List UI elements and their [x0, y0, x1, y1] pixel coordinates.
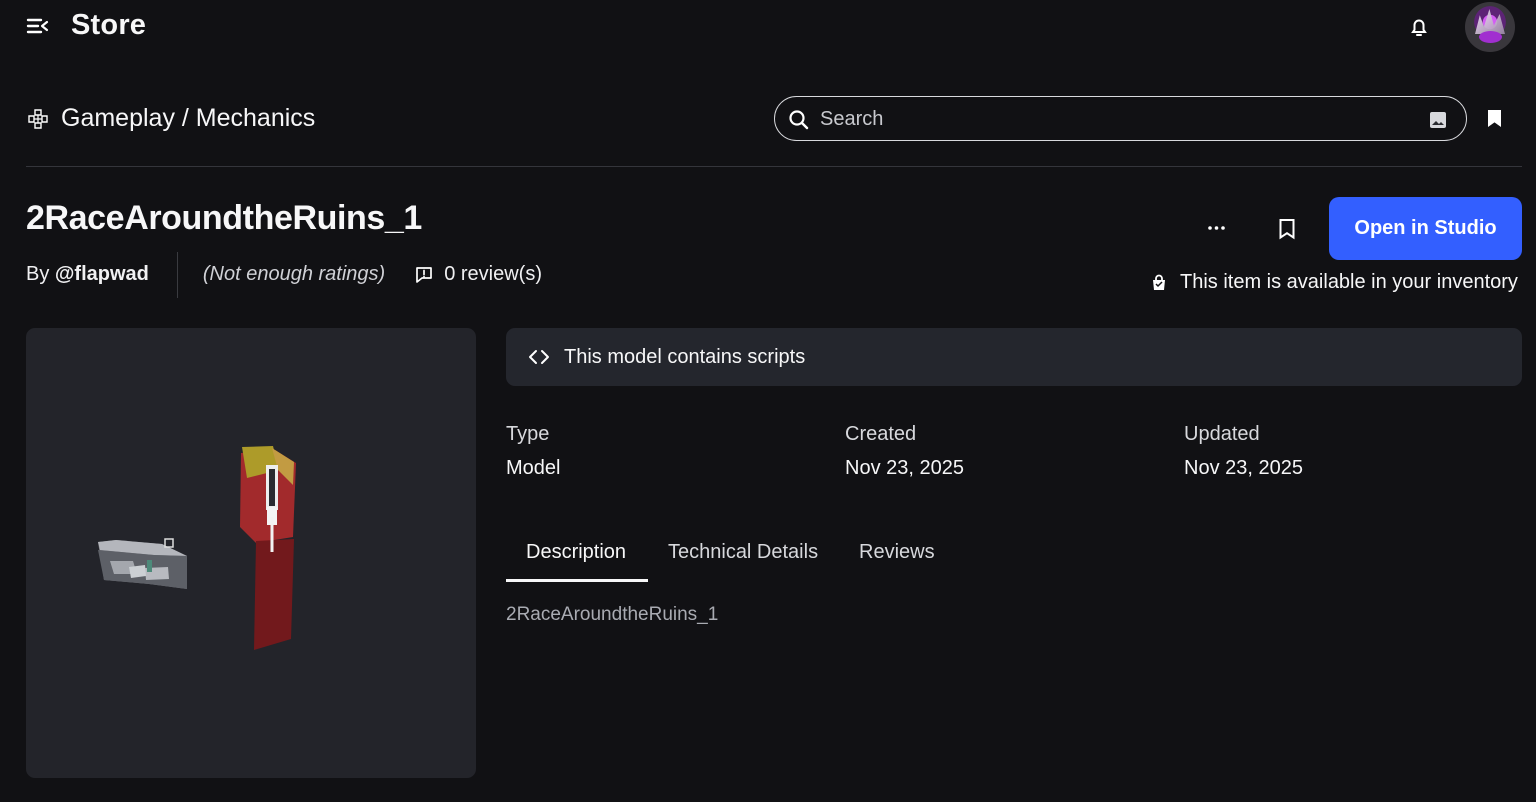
scripts-notice: This model contains scripts — [506, 328, 1522, 386]
inventory-message: This item is available in your inventory — [1180, 271, 1518, 293]
creator-name[interactable]: @flapwad — [55, 263, 149, 285]
detail-label: Created — [845, 423, 917, 445]
detail-label: Type — [506, 423, 550, 445]
menu-collapse-icon[interactable] — [26, 16, 50, 36]
creator-link[interactable]: By @flapwad — [26, 263, 149, 286]
code-icon — [529, 350, 549, 364]
gamepad-icon — [28, 108, 48, 129]
detail-value: Nov 23, 2025 — [845, 457, 964, 479]
more-horizontal-icon[interactable] — [1204, 215, 1229, 240]
tab-description[interactable]: Description — [506, 530, 648, 582]
scripts-notice-text: This model contains scripts — [564, 345, 806, 368]
item-tabs: Description Technical Details Reviews — [506, 530, 951, 582]
image-icon[interactable] — [1428, 110, 1448, 130]
search-icon — [789, 110, 809, 130]
type-detail: Type Model — [506, 423, 806, 480]
shopping-bag-icon — [1153, 274, 1165, 290]
updated-detail: Updated Nov 23, 2025 — [1184, 423, 1484, 480]
search-bar[interactable] — [774, 96, 1467, 141]
header-divider — [26, 166, 1522, 167]
model-preview-part — [98, 538, 187, 589]
model-preview[interactable] — [26, 328, 476, 778]
reviews-count: 0 review(s) — [444, 263, 542, 285]
user-avatar[interactable] — [1465, 2, 1515, 52]
bookmark-icon[interactable] — [1278, 218, 1296, 240]
tab-technical-details[interactable]: Technical Details — [648, 530, 839, 582]
metadata-divider — [176, 251, 178, 298]
model-preview-tower — [240, 446, 296, 650]
search-input[interactable] — [820, 106, 1380, 132]
reviews-count-link[interactable]: 0 review(s) — [414, 263, 542, 286]
creator-prefix: By — [26, 263, 50, 285]
store-title: Store — [71, 9, 147, 41]
item-title: 2RaceAroundtheRuins_1 — [26, 199, 422, 237]
tab-reviews[interactable]: Reviews — [839, 530, 951, 582]
bell-icon[interactable] — [1406, 14, 1432, 40]
detail-value: Model — [506, 457, 561, 479]
detail-label: Updated — [1184, 423, 1260, 445]
open-in-studio-button[interactable]: Open in Studio — [1329, 197, 1522, 260]
review-icon — [416, 266, 433, 283]
breadcrumb-category[interactable]: Gameplay / Mechanics — [61, 104, 315, 133]
item-metadata: By @flapwad (Not enough ratings) 0 revie… — [26, 251, 542, 298]
created-detail: Created Nov 23, 2025 — [845, 423, 1145, 480]
inventory-status: This item is available in your inventory — [1150, 271, 1518, 294]
top-bar: Store — [0, 0, 1536, 52]
item-details: Type Model Created Nov 23, 2025 Updated … — [506, 423, 1522, 483]
breadcrumb: Gameplay / Mechanics — [26, 104, 315, 133]
rating-status: (Not enough ratings) — [202, 263, 386, 285]
description-text: 2RaceAroundtheRuins_1 — [506, 604, 719, 625]
detail-value: Nov 23, 2025 — [1184, 457, 1303, 479]
bookmark-icon[interactable] — [1486, 108, 1503, 129]
